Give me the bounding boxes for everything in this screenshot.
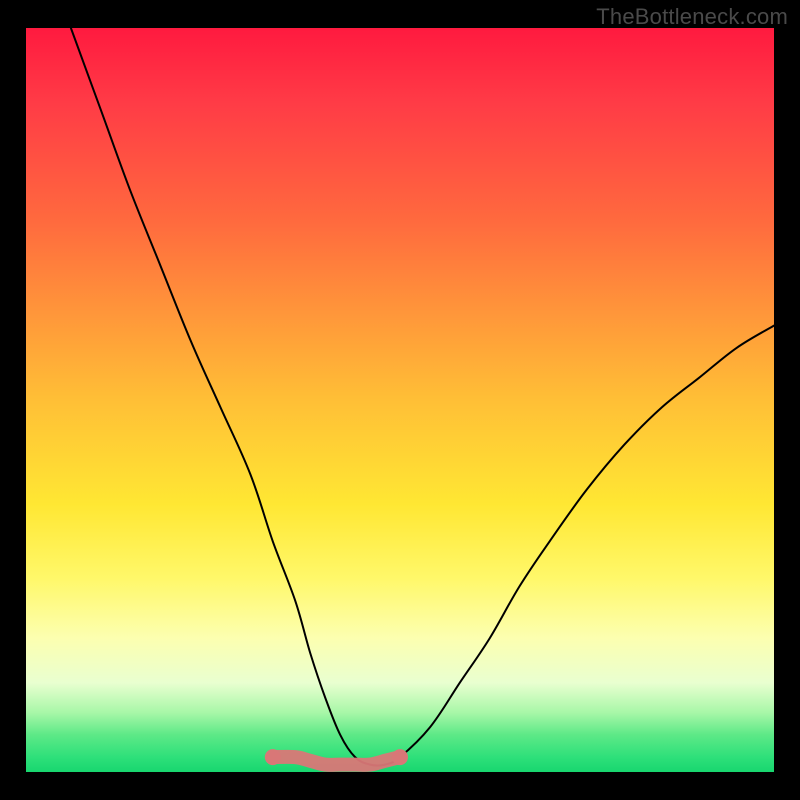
highlight-end-dot [265, 749, 281, 765]
main-curve [71, 28, 774, 766]
curve-layer [26, 28, 774, 772]
watermark-text: TheBottleneck.com [596, 4, 788, 30]
chart-frame: TheBottleneck.com [0, 0, 800, 800]
plot-area [26, 28, 774, 772]
flat-bottom-highlight [273, 757, 400, 765]
highlight-end-dot [392, 749, 408, 765]
